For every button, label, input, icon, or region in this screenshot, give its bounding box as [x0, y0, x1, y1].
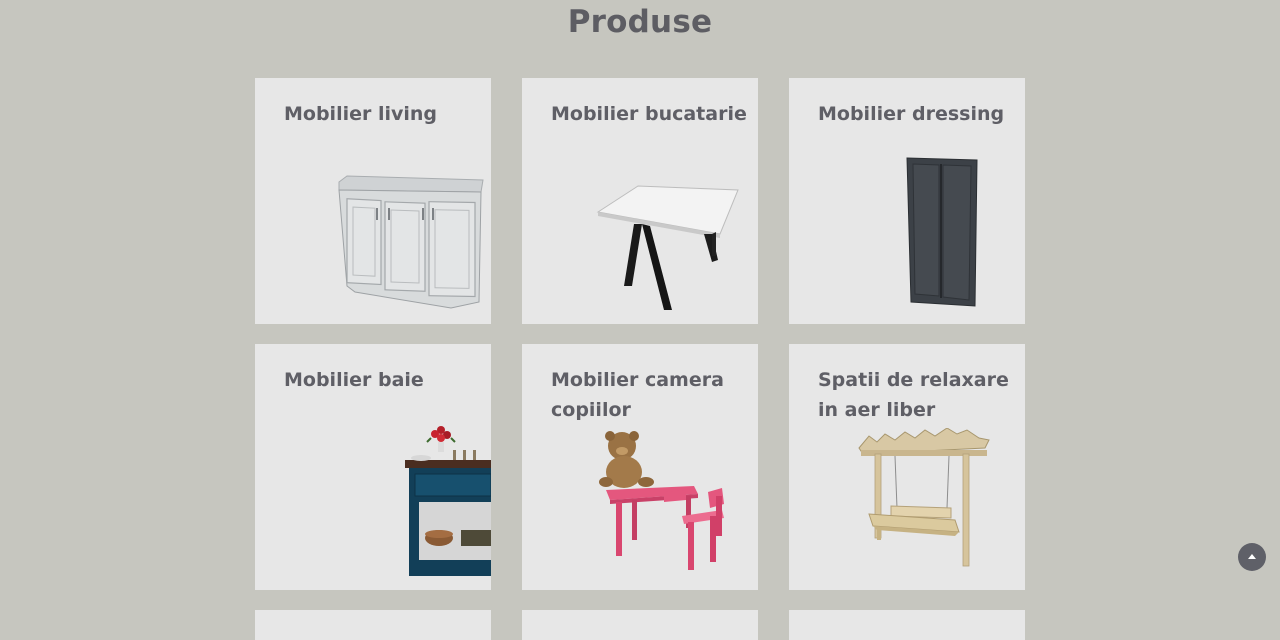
product-grid: Mobilier living Mobilier bucatarie Mobil… [255, 78, 1026, 640]
scroll-to-top-button[interactable] [1238, 543, 1266, 571]
pergola-swing-image [858, 428, 990, 567]
product-card-bathroom[interactable]: Mobilier baie [255, 344, 491, 590]
product-card-title: Spatii de relaxare in aer liber [818, 369, 1009, 421]
product-card-dressing[interactable]: Mobilier dressing [789, 78, 1025, 324]
product-card-living[interactable]: Mobilier living [255, 78, 491, 324]
product-card-kitchen[interactable]: Mobilier bucatarie [522, 78, 758, 324]
page-title: Produse [567, 4, 713, 40]
product-card-outdoor[interactable]: Spatii de relaxare in aer liber [789, 344, 1025, 590]
product-card-kids[interactable]: Mobilier camera copiilor [522, 344, 758, 590]
product-card-title: Mobilier baie [284, 369, 424, 391]
table-image [596, 185, 739, 310]
wardrobe-image [906, 157, 978, 307]
bathroom-vanity-image [405, 426, 491, 576]
product-card-row3-2[interactable] [522, 610, 758, 640]
product-card-title: Mobilier bucatarie [551, 103, 747, 125]
product-card-title: Mobilier living [284, 103, 438, 125]
chevron-up-icon [1248, 554, 1256, 559]
cabinet-image [338, 175, 484, 309]
product-card-title: Mobilier dressing [818, 103, 1005, 125]
product-card-title: Mobilier camera copiilor [551, 369, 724, 421]
product-card-row3-3[interactable] [789, 610, 1025, 640]
product-card-row3-1[interactable] [255, 610, 491, 640]
kids-table-chair-image [599, 431, 724, 570]
